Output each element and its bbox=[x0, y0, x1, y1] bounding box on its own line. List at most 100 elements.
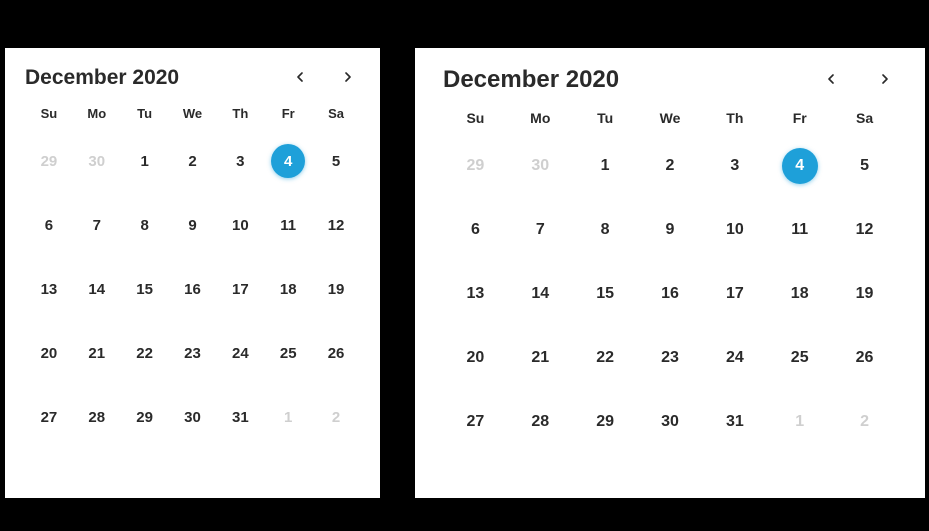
day-number: 7 bbox=[523, 213, 557, 247]
day-cell[interactable]: 11 bbox=[767, 198, 832, 262]
day-number: 17 bbox=[718, 277, 752, 311]
day-cell[interactable]: 1 bbox=[264, 385, 312, 449]
day-number: 10 bbox=[718, 213, 752, 247]
day-cell[interactable]: 6 bbox=[25, 193, 73, 257]
calendar-days-grid: 2930123456789101112131415161718192021222… bbox=[25, 129, 360, 449]
day-cell[interactable]: 2 bbox=[312, 385, 360, 449]
day-cell[interactable]: 2 bbox=[638, 134, 703, 198]
day-cell[interactable]: 26 bbox=[312, 321, 360, 385]
day-number: 3 bbox=[223, 144, 257, 178]
day-cell[interactable]: 17 bbox=[216, 257, 264, 321]
day-cell[interactable]: 28 bbox=[508, 390, 573, 454]
day-cell[interactable]: 8 bbox=[121, 193, 169, 257]
day-cell[interactable]: 24 bbox=[702, 326, 767, 390]
day-cell[interactable]: 16 bbox=[638, 262, 703, 326]
day-cell[interactable]: 18 bbox=[767, 262, 832, 326]
next-month-button[interactable] bbox=[336, 66, 360, 90]
dow-label: We bbox=[169, 96, 217, 129]
day-number: 11 bbox=[783, 213, 817, 247]
day-cell[interactable]: 14 bbox=[508, 262, 573, 326]
day-cell[interactable]: 4 bbox=[767, 134, 832, 198]
prev-month-button[interactable] bbox=[288, 66, 312, 90]
day-cell[interactable]: 16 bbox=[169, 257, 217, 321]
day-number: 15 bbox=[128, 272, 162, 306]
day-cell[interactable]: 29 bbox=[573, 390, 638, 454]
day-cell[interactable]: 27 bbox=[25, 385, 73, 449]
day-cell[interactable]: 21 bbox=[73, 321, 121, 385]
day-cell[interactable]: 10 bbox=[702, 198, 767, 262]
day-cell[interactable]: 19 bbox=[832, 262, 897, 326]
day-cell[interactable]: 2 bbox=[832, 390, 897, 454]
day-cell[interactable]: 23 bbox=[169, 321, 217, 385]
day-number: 14 bbox=[80, 272, 114, 306]
day-cell[interactable]: 25 bbox=[264, 321, 312, 385]
day-cell[interactable]: 20 bbox=[25, 321, 73, 385]
calendar-large: December 2020 Su Mo Tu We Th Fr Sa 29301… bbox=[415, 48, 925, 498]
day-cell[interactable]: 30 bbox=[638, 390, 703, 454]
day-cell[interactable]: 1 bbox=[573, 134, 638, 198]
day-cell[interactable]: 30 bbox=[169, 385, 217, 449]
day-cell[interactable]: 13 bbox=[443, 262, 508, 326]
day-cell[interactable]: 2 bbox=[169, 129, 217, 193]
day-number: 27 bbox=[32, 400, 66, 434]
day-cell[interactable]: 8 bbox=[573, 198, 638, 262]
day-cell[interactable]: 12 bbox=[832, 198, 897, 262]
day-cell[interactable]: 21 bbox=[508, 326, 573, 390]
day-cell[interactable]: 30 bbox=[73, 129, 121, 193]
dow-label: Mo bbox=[73, 96, 121, 129]
day-cell[interactable]: 5 bbox=[832, 134, 897, 198]
day-cell[interactable]: 19 bbox=[312, 257, 360, 321]
day-cell[interactable]: 1 bbox=[121, 129, 169, 193]
day-of-week-row: Su Mo Tu We Th Fr Sa bbox=[443, 100, 897, 134]
day-cell[interactable]: 15 bbox=[573, 262, 638, 326]
day-cell[interactable]: 1 bbox=[767, 390, 832, 454]
day-cell[interactable]: 3 bbox=[702, 134, 767, 198]
day-number: 24 bbox=[718, 341, 752, 375]
calendar-days-grid: 2930123456789101112131415161718192021222… bbox=[443, 134, 897, 454]
prev-month-button[interactable] bbox=[819, 68, 843, 92]
next-month-button[interactable] bbox=[873, 68, 897, 92]
day-cell[interactable]: 9 bbox=[169, 193, 217, 257]
day-cell[interactable]: 18 bbox=[264, 257, 312, 321]
day-cell[interactable]: 22 bbox=[573, 326, 638, 390]
day-cell[interactable]: 20 bbox=[443, 326, 508, 390]
day-number: 27 bbox=[458, 405, 492, 439]
day-number: 4 bbox=[271, 144, 305, 178]
day-cell[interactable]: 29 bbox=[121, 385, 169, 449]
dow-label: Mo bbox=[508, 100, 573, 134]
day-number: 2 bbox=[653, 149, 687, 183]
day-cell[interactable]: 13 bbox=[25, 257, 73, 321]
day-number: 29 bbox=[588, 405, 622, 439]
day-cell[interactable]: 17 bbox=[702, 262, 767, 326]
day-cell[interactable]: 9 bbox=[638, 198, 703, 262]
day-cell[interactable]: 24 bbox=[216, 321, 264, 385]
day-cell[interactable]: 7 bbox=[508, 198, 573, 262]
day-cell[interactable]: 10 bbox=[216, 193, 264, 257]
day-cell[interactable]: 25 bbox=[767, 326, 832, 390]
day-cell[interactable]: 7 bbox=[73, 193, 121, 257]
day-cell[interactable]: 3 bbox=[216, 129, 264, 193]
day-number: 13 bbox=[32, 272, 66, 306]
day-cell[interactable]: 23 bbox=[638, 326, 703, 390]
day-cell[interactable]: 12 bbox=[312, 193, 360, 257]
day-cell[interactable]: 31 bbox=[216, 385, 264, 449]
day-cell[interactable]: 15 bbox=[121, 257, 169, 321]
day-cell[interactable]: 29 bbox=[25, 129, 73, 193]
day-cell[interactable]: 29 bbox=[443, 134, 508, 198]
day-cell[interactable]: 31 bbox=[702, 390, 767, 454]
day-number: 25 bbox=[271, 336, 305, 370]
day-number: 4 bbox=[782, 148, 818, 184]
day-cell[interactable]: 14 bbox=[73, 257, 121, 321]
day-number: 12 bbox=[319, 208, 353, 242]
day-cell[interactable]: 22 bbox=[121, 321, 169, 385]
day-number: 19 bbox=[848, 277, 882, 311]
day-number: 25 bbox=[783, 341, 817, 375]
day-cell[interactable]: 27 bbox=[443, 390, 508, 454]
day-cell[interactable]: 5 bbox=[312, 129, 360, 193]
day-cell[interactable]: 28 bbox=[73, 385, 121, 449]
day-cell[interactable]: 11 bbox=[264, 193, 312, 257]
day-cell[interactable]: 6 bbox=[443, 198, 508, 262]
day-cell[interactable]: 4 bbox=[264, 129, 312, 193]
day-cell[interactable]: 26 bbox=[832, 326, 897, 390]
day-cell[interactable]: 30 bbox=[508, 134, 573, 198]
